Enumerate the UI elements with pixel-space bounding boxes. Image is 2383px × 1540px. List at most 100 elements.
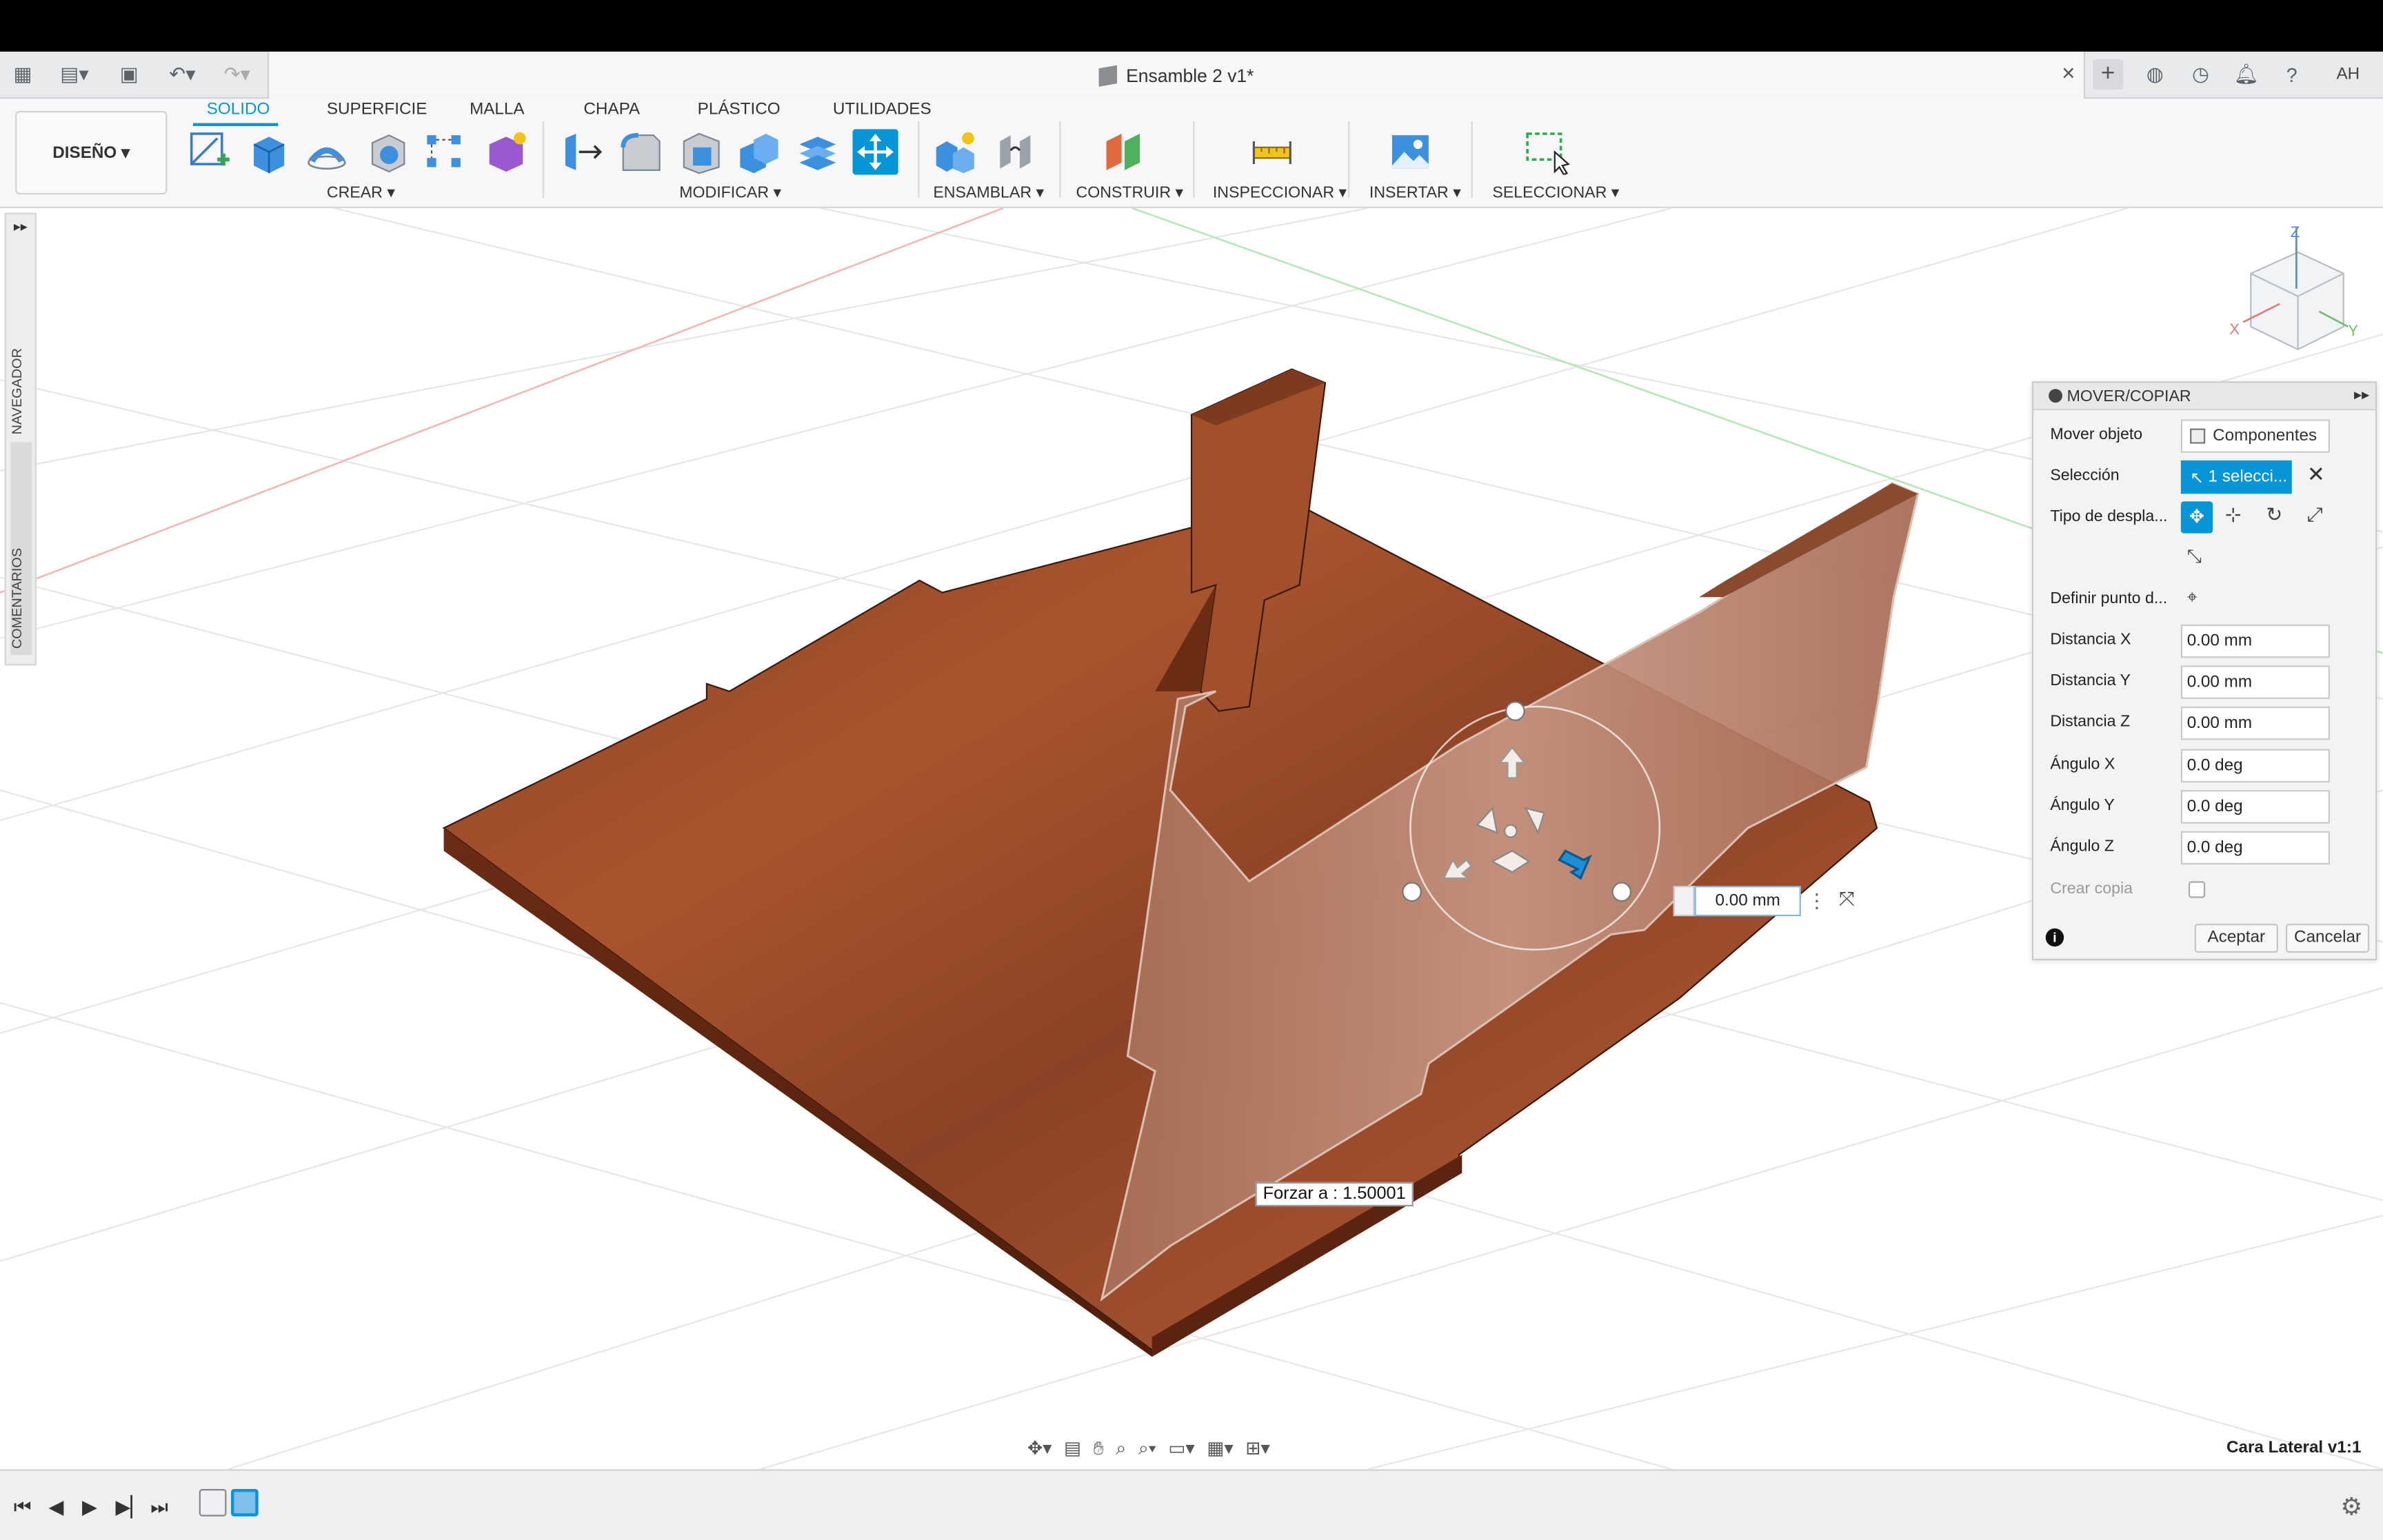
move-object-label: Mover objeto <box>2050 425 2143 444</box>
go-to-end-icon[interactable]: ⏭︎ <box>150 1495 168 1519</box>
timeline-feature-icon[interactable] <box>231 1489 259 1517</box>
more-options-icon[interactable]: ⋮ <box>1807 889 1827 913</box>
point-to-position-icon[interactable]: ⤡ <box>2187 545 2202 568</box>
close-tab-icon[interactable]: × <box>2056 61 2080 88</box>
new-tab-button[interactable]: + <box>2093 59 2124 90</box>
move-copy-icon[interactable] <box>852 129 898 175</box>
extrude-icon[interactable] <box>245 129 290 174</box>
group-insertar[interactable]: INSERTAR ▾ <box>1369 184 1461 202</box>
group-ensamblar[interactable]: ENSAMBLAR ▾ <box>933 184 1044 202</box>
manipulator-settings-icon[interactable]: ⤧ <box>1839 887 1855 911</box>
3d-viewport[interactable]: Z X Y <box>0 207 2383 1470</box>
info-icon[interactable]: i <box>2045 928 2064 947</box>
insert-image-icon[interactable] <box>1387 129 1433 174</box>
angle-z-input[interactable]: 0.0 deg <box>2180 831 2330 865</box>
play-icon[interactable]: ▶︎ <box>82 1495 97 1519</box>
rotate-handle-icon[interactable] <box>1611 882 1632 902</box>
help-icon[interactable]: ? <box>2277 59 2307 90</box>
step-back-icon[interactable]: ◀︎ <box>49 1495 64 1519</box>
measure-icon[interactable] <box>1249 129 1295 174</box>
rectangular-pattern-icon[interactable] <box>423 129 468 174</box>
redo-icon[interactable]: ↷▾ <box>216 59 259 90</box>
floating-distance-input[interactable]: 0.00 mm <box>1694 885 1801 917</box>
save-icon[interactable]: ▣ <box>116 59 143 90</box>
user-avatar[interactable]: AH <box>2330 59 2366 90</box>
orbit-icon[interactable]: ✥▾ <box>1027 1437 1052 1459</box>
tab-plastico[interactable]: PLÁSTICO <box>698 100 781 118</box>
press-pull-icon[interactable] <box>558 129 603 174</box>
distance-x-input[interactable]: 0.00 mm <box>2180 624 2330 658</box>
group-construir[interactable]: CONSTRUIR ▾ <box>1076 184 1184 202</box>
joint-icon[interactable] <box>992 129 1038 174</box>
chamfer-icon[interactable] <box>678 129 723 174</box>
group-crear[interactable]: CREAR ▾ <box>327 184 395 202</box>
file-menu-icon[interactable]: ▤▾ <box>54 59 94 90</box>
comments-tab[interactable]: COMENTARIOS <box>9 548 24 649</box>
group-modificar[interactable]: MODIFICAR ▾ <box>679 184 781 202</box>
cancel-button[interactable]: Cancelar <box>2285 924 2370 953</box>
expand-dialog-icon[interactable]: ▸▸ <box>2354 383 2369 410</box>
translate-icon[interactable]: ⊹ <box>2225 503 2242 527</box>
point-to-point-icon[interactable]: ⤢ <box>2307 503 2323 527</box>
scene-canvas[interactable]: Z X Y <box>0 207 2383 1470</box>
offset-plane-icon[interactable] <box>1102 129 1147 174</box>
move-object-dropdown[interactable]: Componentes ▾ <box>2180 419 2330 476</box>
display-settings-icon[interactable]: ▭▾ <box>1168 1437 1194 1459</box>
toolbar-separator <box>1348 121 1350 198</box>
group-seleccionar[interactable]: SELECCIONAR ▾ <box>1492 184 1619 202</box>
angle-y-input[interactable]: 0.0 deg <box>2180 790 2330 824</box>
timeline-feature-icon[interactable] <box>199 1489 227 1517</box>
look-at-icon[interactable]: ▤ <box>1064 1437 1081 1459</box>
angle-x-input[interactable]: 0.0 deg <box>2180 749 2330 783</box>
free-move-icon[interactable]: ✥ <box>2180 501 2213 534</box>
accept-button[interactable]: Aceptar <box>2194 924 2278 953</box>
tab-superficie[interactable]: SUPERFICIE <box>327 100 428 118</box>
create-form-icon[interactable] <box>483 129 529 174</box>
new-component-icon[interactable] <box>932 129 977 174</box>
group-inspeccionar[interactable]: INSPECCIONAR ▾ <box>1213 184 1347 202</box>
tab-utilidades[interactable]: UTILIDADES <box>833 100 932 118</box>
undo-icon[interactable]: ↶▾ <box>161 59 204 90</box>
x-axis-line <box>0 207 1004 594</box>
view-cube[interactable]: Z X Y <box>2229 223 2358 351</box>
tab-malla[interactable]: MALLA <box>470 100 525 118</box>
app-grid-icon[interactable]: ▦ <box>9 59 37 90</box>
go-to-start-icon[interactable]: ⏮︎ <box>14 1495 32 1519</box>
navigator-tab[interactable]: NAVEGADOR <box>9 348 24 434</box>
pan-icon[interactable]: ✋︎ <box>1094 1437 1104 1459</box>
document-tab[interactable]: Ensamble 2 v1* <box>267 51 2086 99</box>
create-sketch-icon[interactable] <box>187 129 232 174</box>
fit-icon[interactable]: ⌕▾ <box>1138 1437 1156 1459</box>
toolbar-separator <box>542 121 545 198</box>
distance-z-input[interactable]: 0.00 mm <box>2180 706 2330 740</box>
combine-icon[interactable] <box>736 129 781 174</box>
extensions-icon[interactable]: ◍ <box>2140 59 2170 90</box>
dialog-title-bar[interactable]: MOVER/COPIAR ▸▸ <box>2033 383 2376 411</box>
rotate-icon[interactable]: ↻ <box>2266 503 2282 527</box>
notifications-icon[interactable]: 🔔︎ <box>2231 59 2262 90</box>
tab-chapa[interactable]: CHAPA <box>583 100 640 118</box>
select-icon[interactable] <box>1525 129 1570 175</box>
workspace-switcher[interactable]: DISEÑO ▾ <box>15 110 168 195</box>
create-copy-checkbox[interactable] <box>2188 881 2206 898</box>
distance-y-input[interactable]: 0.00 mm <box>2180 665 2330 699</box>
revolve-icon[interactable] <box>304 129 350 174</box>
align-icon[interactable] <box>795 129 841 174</box>
timeline-settings-gear-icon[interactable]: ⚙︎ <box>2340 1492 2362 1522</box>
browser-panel-collapsed[interactable]: ▸▸ NAVEGADOR COMENTARIOS <box>4 212 37 666</box>
step-forward-icon[interactable]: ▶︎▏ <box>116 1495 146 1519</box>
rotate-handle-icon[interactable] <box>1505 701 1525 721</box>
collapse-icon[interactable] <box>2049 389 2062 403</box>
grid-settings-icon[interactable]: ▦▾ <box>1207 1437 1233 1459</box>
expand-panel-icon[interactable]: ▸▸ <box>14 219 28 235</box>
job-status-icon[interactable]: ◷ <box>2185 59 2215 90</box>
fillet-icon[interactable] <box>617 129 663 174</box>
set-pivot-icon[interactable]: ⌖ <box>2187 587 2198 609</box>
rotate-handle-icon[interactable] <box>1402 882 1422 902</box>
viewports-icon[interactable]: ⊞▾ <box>1245 1437 1269 1459</box>
zoom-icon[interactable]: ⌕ <box>1116 1437 1126 1459</box>
shell-icon[interactable] <box>365 129 410 174</box>
clear-selection-icon[interactable]: ✕ <box>2307 462 2325 487</box>
selection-button[interactable]: ↖ 1 selecci... <box>2180 460 2292 494</box>
tab-solido[interactable]: SOLIDO <box>207 100 270 118</box>
